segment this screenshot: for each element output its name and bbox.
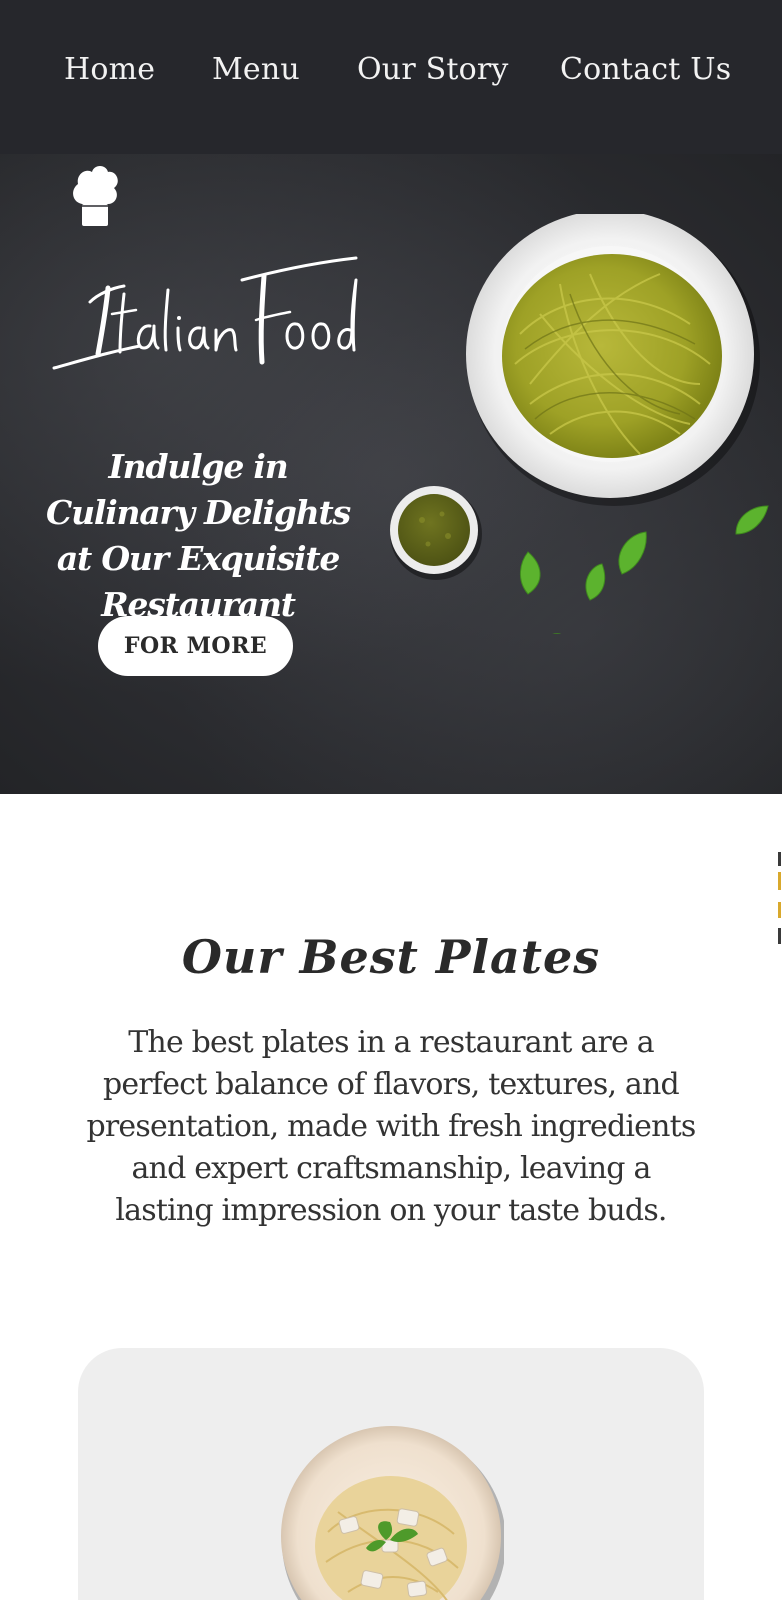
nav-item-contact-us[interactable]: Contact Us xyxy=(560,52,731,87)
chicken-pasta-image xyxy=(281,1426,504,1600)
best-plates-description: The best plates in a restaurant are a pe… xyxy=(86,1025,696,1228)
chef-hat-icon xyxy=(73,166,118,226)
hero-tagline: Indulge in Culinary Delights at Our Exqu… xyxy=(46,447,351,624)
top-nav: Home Menu Our Story Contact Us xyxy=(0,0,782,154)
pesto-pasta-image xyxy=(390,214,769,634)
for-more-button[interactable]: FOR MORE xyxy=(98,616,293,676)
nav-item-our-story[interactable]: Our Story xyxy=(357,52,509,87)
best-plates-title: Our Best Plates xyxy=(181,930,601,984)
hero-section: Indulge in Culinary Delights at Our Exqu… xyxy=(0,154,782,794)
plate-card[interactable] xyxy=(78,1348,704,1600)
nav-item-menu[interactable]: Menu xyxy=(212,52,300,87)
nav-item-home[interactable]: Home xyxy=(64,52,155,87)
italian-food-logo xyxy=(52,256,358,370)
